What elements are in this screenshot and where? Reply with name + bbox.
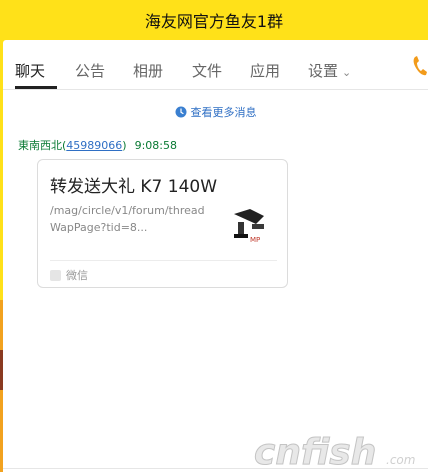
sender-name[interactable]: 東南西北 [18, 139, 62, 152]
card-title: 转发送大礼 K7 140W [50, 177, 218, 197]
tab-files[interactable]: 文件 [192, 60, 222, 81]
sender-id-link[interactable]: 45989066 [66, 139, 122, 152]
card-source: 微信 [50, 267, 88, 283]
card-url: /mag/circle/v1/forum/threadWapPage?tid=8… [50, 204, 205, 234]
tab-chat[interactable]: 聊天 [15, 60, 45, 81]
tab-settings-label: 设置 [308, 62, 339, 80]
active-tab-indicator [15, 86, 57, 89]
input-area-divider [3, 468, 428, 469]
shared-link-card[interactable]: 转发送大礼 K7 140W /mag/circle/v1/forum/threa… [37, 159, 288, 288]
window-title: 海友网官方鱼友1群 [144, 12, 284, 31]
chevron-down-icon: ⌄ [342, 66, 352, 79]
card-divider [50, 260, 277, 261]
wechat-icon [50, 269, 61, 281]
tab-settings[interactable]: 设置 ⌄ [308, 60, 351, 81]
tab-album[interactable]: 相册 [133, 60, 163, 81]
view-more-messages-label: 查看更多消息 [190, 106, 257, 119]
tab-apps[interactable]: 应用 [250, 60, 280, 81]
clock-icon [175, 106, 186, 118]
message-time: 9:08:58 [134, 139, 177, 152]
tab-announcements[interactable]: 公告 [75, 60, 105, 81]
card-thumbnail: MP [234, 209, 264, 244]
tab-bar: 聊天 公告 相册 文件 应用 设置 ⌄ [3, 40, 428, 90]
sender-id-paren-close: ) [122, 139, 127, 152]
group-chat-panel: 聊天 公告 相册 文件 应用 设置 ⌄ 查看更多消息 東南西北(45989066)… [3, 40, 428, 472]
svg-text:MP: MP [250, 236, 260, 244]
view-more-messages-link[interactable]: 查看更多消息 [3, 104, 428, 120]
message-header: 東南西北(45989066) 9:08:58 [18, 137, 177, 153]
window-titlebar: 海友网官方鱼友1群 [0, 0, 428, 40]
phone-icon[interactable] [411, 54, 428, 78]
card-source-label: 微信 [66, 269, 88, 282]
